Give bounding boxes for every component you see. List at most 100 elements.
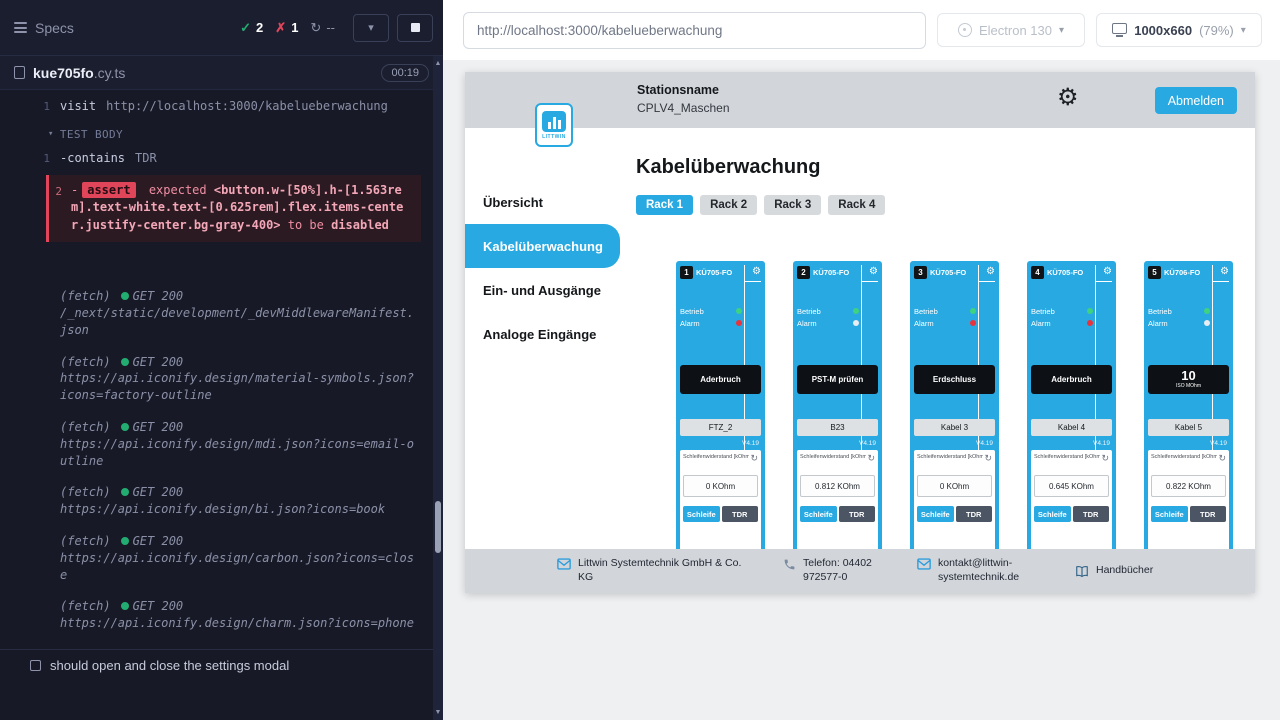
stage: http://localhost:3000/kabelueberwachung …	[443, 0, 1280, 720]
cypress-reporter: Specs ✓2 ✗1 ↻-- ▾ kue705fo.cy.ts 00:19 1…	[0, 0, 443, 720]
scroll-up-icon[interactable]: ▲	[433, 60, 443, 67]
firmware-version: V4.19	[914, 440, 993, 447]
specs-toggle[interactable]: Specs	[14, 20, 74, 36]
debug-dropdown-button[interactable]: ▾	[353, 14, 389, 42]
tab-rack-2[interactable]: Rack 2	[700, 195, 757, 215]
schleife-button[interactable]: Schleife	[800, 506, 837, 522]
refresh-icon[interactable]: ↻	[750, 454, 758, 463]
refresh-icon[interactable]: ↻	[1218, 454, 1226, 463]
betrieb-led	[853, 308, 859, 314]
betrieb-led	[970, 308, 976, 314]
schleife-button[interactable]: Schleife	[917, 506, 954, 522]
sidebar-item-ein-und-ausgaenge[interactable]: Ein- und Ausgänge	[465, 268, 620, 312]
measurement-panel: Schleifenwiderstand [kOhm]↻ 0.822 KOhm S…	[1148, 450, 1229, 549]
electron-icon	[958, 23, 972, 37]
refresh-icon[interactable]: ↻	[1101, 454, 1109, 463]
tdr-button[interactable]: TDR	[1073, 506, 1110, 522]
failed-assert[interactable]: 2 -assert expected <button.w-[50%].h-[1.…	[46, 175, 421, 242]
page-title: Kabelüberwachung	[636, 156, 1255, 179]
footer-phone: Telefon: 04402 972577-0	[783, 557, 887, 584]
failed-count[interactable]: ✗1	[275, 20, 298, 36]
fetch-log[interactable]: (fetch)GET 200 https://api.iconify.desig…	[0, 533, 443, 583]
specs-menu-icon	[14, 22, 27, 33]
passed-count[interactable]: ✓2	[240, 20, 263, 36]
device-model: KÜ705-FO	[813, 268, 849, 277]
tdr-button[interactable]: TDR	[839, 506, 876, 522]
measurement-panel: Schleifenwiderstand [kOhm]↻ 0.812 KOhm S…	[797, 450, 878, 549]
fetch-log[interactable]: (fetch)GET 200 https://api.iconify.desig…	[0, 419, 443, 469]
pending-count[interactable]: ↻--	[310, 20, 335, 36]
app-header: LITTWIN Stationsname CPLV4_Maschen ⚙ Abm…	[465, 72, 1255, 128]
scrollbar-thumb[interactable]	[435, 501, 441, 553]
status-dot-icon	[121, 488, 129, 496]
resistance-value: 0.645 KOhm	[1034, 475, 1109, 497]
tab-rack-1[interactable]: Rack 1	[636, 195, 693, 215]
footer-manuals-link[interactable]: Handbücher	[1075, 564, 1153, 578]
tdr-button[interactable]: TDR	[722, 506, 759, 522]
schleife-button[interactable]: Schleife	[683, 506, 720, 522]
browser-select[interactable]: Electron 130 ▾	[937, 13, 1085, 47]
main-content: Kabelüberwachung Rack 1 Rack 2 Rack 3 Ra…	[620, 128, 1255, 549]
device-settings-icon[interactable]: ⚙	[869, 267, 878, 277]
schleife-button[interactable]: Schleife	[1151, 506, 1188, 522]
measurement-panel: Schleifenwiderstand [kOhm]↻ 0 KOhm Schle…	[914, 450, 995, 549]
line-number: 2	[49, 182, 62, 234]
test-body-toggle[interactable]: ▾ TEST BODY	[0, 117, 443, 148]
book-icon	[1075, 565, 1089, 578]
settings-gear-icon[interactable]: ⚙	[1057, 84, 1079, 113]
stop-button[interactable]	[397, 14, 433, 42]
tab-rack-4[interactable]: Rack 4	[828, 195, 885, 215]
tdr-button[interactable]: TDR	[1190, 506, 1227, 522]
status-display: PST-M prüfen	[797, 365, 878, 394]
status-dot-icon	[121, 423, 129, 431]
schleife-button[interactable]: Schleife	[1034, 506, 1071, 522]
resistance-value: 0.812 KOhm	[800, 475, 875, 497]
fetch-log[interactable]: (fetch)GET 200 https://api.iconify.desig…	[0, 484, 443, 518]
x-icon: ✗	[275, 20, 286, 36]
sidebar-item-uebersicht[interactable]: Übersicht	[465, 180, 620, 224]
command-visit[interactable]: 1 visit http://localhost:3000/kabelueber…	[0, 96, 443, 117]
email-icon	[917, 558, 931, 570]
test-icon	[30, 660, 41, 671]
scroll-down-icon[interactable]: ▼	[433, 709, 443, 716]
device-settings-icon[interactable]: ⚙	[1103, 267, 1112, 277]
refresh-icon[interactable]: ↻	[984, 454, 992, 463]
measurement-panel: Schleifenwiderstand [kOhm]↻ 0 KOhm Schle…	[680, 450, 761, 549]
url-input[interactable]: http://localhost:3000/kabelueberwachung	[463, 12, 926, 49]
chevron-down-icon: ▾	[1241, 25, 1246, 36]
viewport-icon	[1112, 23, 1127, 34]
stop-icon	[411, 23, 420, 32]
chevron-down-icon: ▾	[1059, 25, 1064, 36]
resistance-value: 0.822 KOhm	[1151, 475, 1226, 497]
device-model: KÜ706-FO	[1164, 268, 1200, 277]
viewport-select[interactable]: 1000x660 (79%) ▾	[1096, 13, 1262, 47]
resistance-value: 0 KOhm	[683, 475, 758, 497]
refresh-icon[interactable]: ↻	[867, 454, 875, 463]
fetch-log[interactable]: (fetch)GET 200 https://api.iconify.desig…	[0, 598, 443, 632]
pending-test-row[interactable]: should open and close the settings modal	[0, 649, 433, 680]
specs-label: Specs	[35, 20, 74, 36]
device-settings-icon[interactable]: ⚙	[986, 267, 995, 277]
device-settings-icon[interactable]: ⚙	[1220, 267, 1229, 277]
device-settings-icon[interactable]: ⚙	[752, 267, 761, 277]
command-contains[interactable]: 1 -contains TDR	[0, 148, 443, 169]
phone-icon	[783, 558, 796, 571]
footer-company: Littwin Systemtechnik GmbH & Co. KG	[557, 557, 753, 584]
sidebar-item-analoge-eingaenge[interactable]: Analoge Eingänge	[465, 312, 620, 356]
fetch-log[interactable]: (fetch)GET 200 https://api.iconify.desig…	[0, 354, 443, 404]
app-footer: Littwin Systemtechnik GmbH & Co. KG Tele…	[465, 549, 1255, 593]
firmware-version: V4.19	[680, 440, 759, 447]
device-card: 5 KÜ706-FO ⚙ Betrieb Alarm 10ISO MOhm Ka…	[1144, 261, 1233, 549]
reporter-scrollbar[interactable]: ▲ ▼	[433, 56, 443, 720]
tab-rack-3[interactable]: Rack 3	[764, 195, 821, 215]
firmware-version: V4.19	[1148, 440, 1227, 447]
logout-button[interactable]: Abmelden	[1155, 87, 1237, 114]
chevron-down-icon: ▾	[48, 128, 54, 141]
spec-file-icon	[14, 66, 25, 79]
spec-timer: 00:19	[381, 64, 429, 82]
status-display: 10ISO MOhm	[1148, 365, 1229, 394]
tdr-button[interactable]: TDR	[956, 506, 993, 522]
fetch-log[interactable]: (fetch)GET 200 /_next/static/development…	[0, 288, 443, 338]
sidebar-item-kabelueberwachung[interactable]: Kabelüberwachung	[465, 224, 620, 268]
rack-tabs: Rack 1 Rack 2 Rack 3 Rack 4	[636, 195, 1255, 215]
